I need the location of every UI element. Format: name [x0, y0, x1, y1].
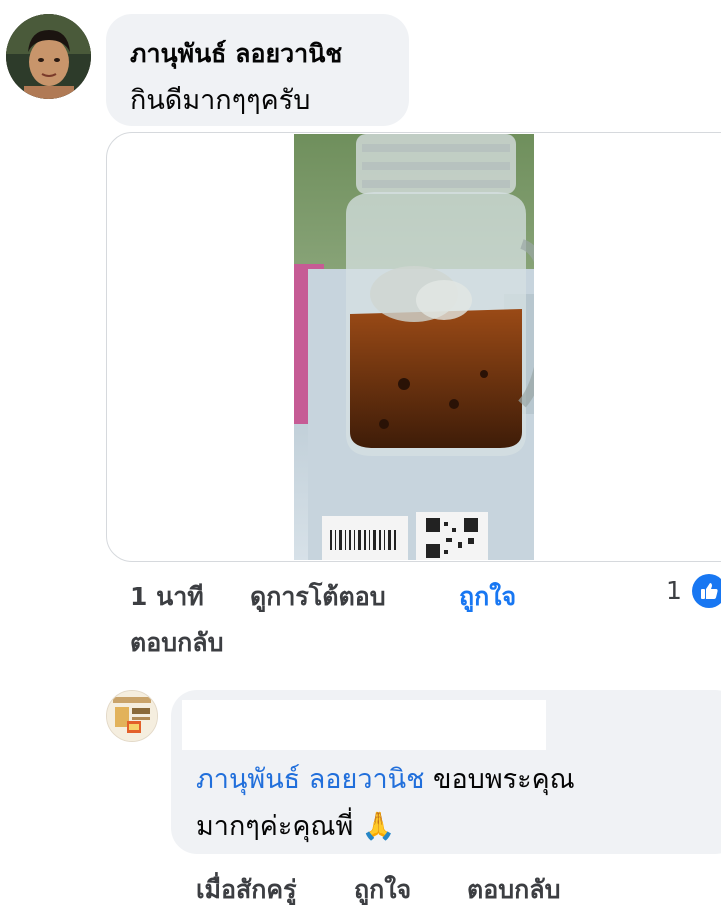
comment-timestamp[interactable]: 1 นาที: [130, 577, 204, 617]
like-button[interactable]: ถูกใจ: [459, 577, 516, 617]
reply-timestamp[interactable]: เมื่อสักครู่: [196, 870, 297, 910]
reply-reply-button[interactable]: ตอบกลับ: [467, 870, 560, 910]
like-count[interactable]: 1: [666, 576, 682, 605]
thumbs-up-icon[interactable]: [692, 574, 721, 608]
folded-hands-emoji: 🙏: [361, 811, 396, 842]
thumbs-up-glyph: [701, 583, 718, 599]
attached-jar-photo[interactable]: [294, 134, 534, 560]
page-logo-image: [107, 691, 157, 741]
reply-text-line2: มากๆค่ะคุณพี่ 🙏: [196, 804, 396, 847]
reply-text: มากๆค่ะคุณพี่: [196, 811, 354, 842]
comment-author-name[interactable]: ภานุพันธ์ ลอยวานิช: [130, 34, 342, 74]
avatar-photo: [6, 14, 91, 99]
comment-text: กินดีมากๆๆครับ: [130, 85, 311, 116]
jar-photo-image: [294, 134, 534, 560]
redacted-author-name: [182, 700, 546, 750]
commenter-avatar[interactable]: [6, 14, 91, 99]
reply-button[interactable]: ตอบกลับ: [130, 623, 223, 663]
reply-like-button[interactable]: ถูกใจ: [354, 870, 411, 910]
see-reactions-link[interactable]: ดูการโต้ตอบ: [250, 577, 386, 617]
reply-text-rest: ขอบพระคุณ: [424, 764, 575, 795]
page-avatar[interactable]: [106, 690, 158, 742]
mention-link[interactable]: ภานุพันธ์ ลอยวานิช: [196, 764, 424, 795]
reply-text-line1: ภานุพันธ์ ลอยวานิช ขอบพระคุณ: [196, 757, 575, 800]
